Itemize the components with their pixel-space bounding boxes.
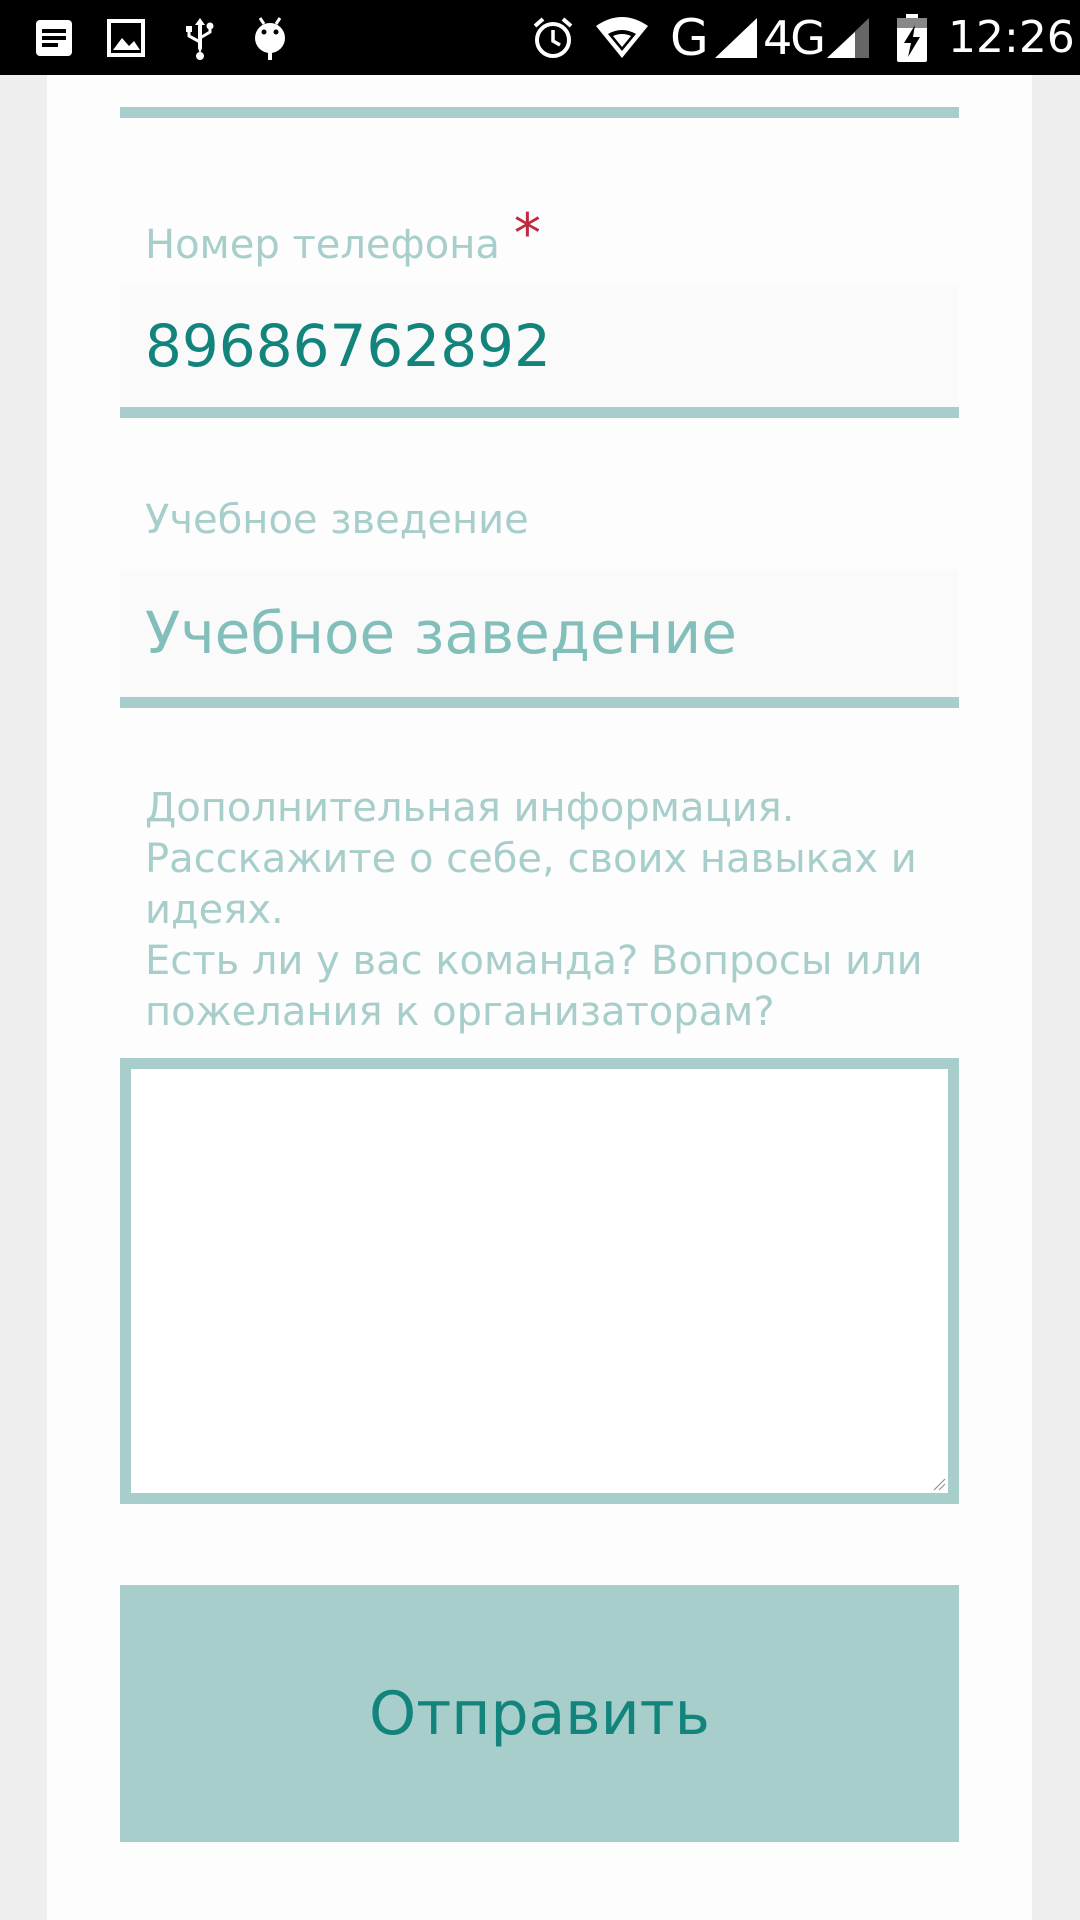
phone-input-value: 89686762892 — [145, 312, 551, 380]
notes-icon — [30, 14, 78, 62]
signal-icon — [712, 14, 760, 62]
additional-info-line: Расскажите о себе, своих навыках и — [145, 836, 917, 882]
additional-info-line: идеях. — [145, 887, 284, 933]
signal-4g-icon — [824, 14, 872, 62]
additional-info-line: пожелания к организаторам? — [145, 989, 775, 1035]
resize-grip-icon[interactable] — [932, 1477, 946, 1491]
additional-info-line: Дополнительная информация. — [145, 785, 795, 831]
phone-input[interactable]: 89686762892 — [120, 285, 959, 418]
additional-info-textarea[interactable] — [120, 1058, 959, 1504]
status-bar: G 4G 12:26 — [0, 0, 1080, 75]
android-debug-icon — [246, 14, 294, 62]
additional-info-line: Есть ли у вас команда? Вопросы или — [145, 938, 923, 984]
usb-icon — [176, 14, 224, 62]
required-mark: * — [513, 202, 541, 265]
network-type-g: G — [670, 8, 709, 67]
form-page: Номер телефона * 89686762892 Учебное звед… — [47, 75, 1032, 1920]
school-input-placeholder: Учебное заведение — [145, 599, 737, 667]
phone-label-text: Номер телефона — [145, 222, 500, 268]
school-input[interactable]: Учебное заведение — [120, 569, 959, 708]
school-label: Учебное зведение — [145, 497, 529, 543]
network-type-4g: 4G — [763, 10, 826, 65]
additional-info-label: Дополнительная информация. Расскажите о … — [145, 783, 935, 1038]
image-icon — [102, 14, 150, 62]
previous-field-underline — [120, 107, 959, 118]
submit-button[interactable]: Отправить — [120, 1585, 959, 1842]
alarm-icon — [528, 14, 578, 62]
battery-charging-icon — [894, 14, 930, 62]
status-time: 12:26 — [948, 12, 1075, 63]
phone-label: Номер телефона * — [145, 202, 541, 274]
wifi-icon — [594, 14, 650, 62]
